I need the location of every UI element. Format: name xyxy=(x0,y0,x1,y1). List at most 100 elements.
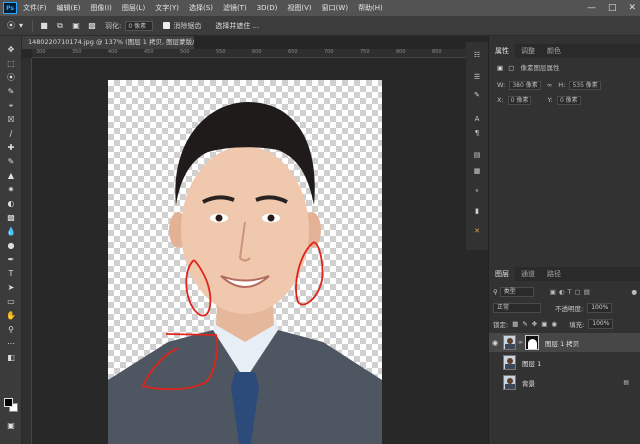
dodge-tool-icon[interactable]: ● xyxy=(4,240,18,252)
brush-settings-icon[interactable]: ✎ xyxy=(471,90,483,100)
canvas-area[interactable] xyxy=(32,58,488,444)
marquee-tool-icon[interactable]: ⬚ xyxy=(4,58,18,70)
location-icon[interactable]: ⚬ xyxy=(471,186,483,196)
chain-icon[interactable]: ∞ xyxy=(518,339,523,346)
character-icon[interactable]: A xyxy=(471,114,483,124)
lock-icons[interactable]: ▦✎✥▣◉ xyxy=(512,320,561,328)
minimize-icon[interactable]: — xyxy=(587,3,596,13)
panel-icon-strip: ☷ ☰ ✎ A ¶ ▤ ▦ ⚬ ▮ ✕ xyxy=(466,42,488,250)
menu-layer[interactable]: 图层(L) xyxy=(122,3,145,13)
document-tab[interactable]: 1480220710174.jpg @ 137% (图层 1 拷贝, 图层蒙版/… xyxy=(22,36,194,49)
path-selection-tool-icon[interactable]: ➤ xyxy=(4,282,18,294)
eyedropper-tool-icon[interactable]: ∕ xyxy=(4,128,18,140)
fill-input[interactable]: 100% xyxy=(588,318,614,329)
new-selection-icon[interactable]: ■ xyxy=(39,21,49,31)
filter-toggle-icon[interactable]: ● xyxy=(631,288,637,296)
layer-thumbnail xyxy=(503,375,516,390)
antialias-label: 消除锯齿 xyxy=(173,21,202,30)
menu-type[interactable]: 文字(Y) xyxy=(155,3,179,13)
properties-title-row: ▣ ▢ 像素图层属性 xyxy=(497,62,559,72)
intersect-selection-icon[interactable]: ▩ xyxy=(87,21,97,31)
tab-properties[interactable]: 属性 xyxy=(489,44,515,58)
divider xyxy=(32,19,33,32)
tab-color[interactable]: 颜色 xyxy=(541,44,567,58)
layer-name[interactable]: 图层 1 xyxy=(522,358,541,368)
blend-mode-select[interactable]: 正常 xyxy=(493,302,541,313)
close-icon[interactable]: ✕ xyxy=(628,3,636,13)
blur-tool-icon[interactable]: 💧 xyxy=(4,226,18,238)
layer-name[interactable]: 背景 xyxy=(522,378,535,388)
notes-icon[interactable]: ▦ xyxy=(471,166,483,176)
tab-adjustments[interactable]: 调整 xyxy=(515,44,541,58)
default-colors-icon[interactable]: ◧ xyxy=(4,352,18,364)
tab-bar-background xyxy=(194,36,488,49)
foreground-color-swatch[interactable] xyxy=(4,398,13,407)
eye-icon[interactable]: ◉ xyxy=(489,339,501,347)
opacity-label: 不透明度: xyxy=(555,304,584,313)
tab-paths[interactable]: 路径 xyxy=(541,267,567,281)
filter-kind-select[interactable]: 类型 xyxy=(499,286,534,297)
pen-tool-icon[interactable]: ✒ xyxy=(4,254,18,266)
menu-view[interactable]: 视图(V) xyxy=(287,3,311,13)
hand-tool-icon[interactable]: ✋ xyxy=(4,310,18,322)
more-tools-icon[interactable]: ⋯ xyxy=(4,338,18,350)
brush-tool-icon[interactable]: ✎ xyxy=(4,156,18,168)
menu-select[interactable]: 选择(S) xyxy=(189,3,213,13)
tools-x-icon[interactable]: ✕ xyxy=(471,226,483,236)
width-field[interactable]: 380 像素 xyxy=(509,81,541,90)
y-field[interactable]: 0 像素 xyxy=(556,96,581,105)
adjustments-icon[interactable]: ☰ xyxy=(471,72,483,82)
quick-mask-icon[interactable]: ▣ xyxy=(4,420,18,432)
move-tool-icon[interactable]: ✥ xyxy=(4,44,18,56)
ruler-tick: 850 xyxy=(432,49,442,55)
tab-layers[interactable]: 图层 xyxy=(489,267,515,281)
menu-filter[interactable]: 滤镜(T) xyxy=(223,3,247,13)
history-icon[interactable]: ☷ xyxy=(471,50,483,60)
menu-help[interactable]: 帮助(H) xyxy=(358,3,383,13)
eraser-tool-icon[interactable]: ◐ xyxy=(4,198,18,210)
opacity-input[interactable]: 100% xyxy=(587,302,613,313)
restore-icon[interactable]: □ xyxy=(608,3,617,13)
history-brush-tool-icon[interactable]: ✷ xyxy=(4,184,18,196)
layer-name[interactable]: 图层 1 拷贝 xyxy=(545,338,579,348)
height-field[interactable]: 535 像素 xyxy=(569,81,601,90)
x-label: X: xyxy=(497,96,504,104)
chevron-down-icon[interactable]: ▾ xyxy=(18,21,24,31)
quick-select-tool-icon[interactable]: ✎ xyxy=(4,86,18,98)
paragraph-icon[interactable]: ¶ xyxy=(471,128,483,138)
rectangle-tool-icon[interactable]: ▭ xyxy=(4,296,18,308)
x-field[interactable]: 0 像素 xyxy=(507,96,532,105)
clone-stamp-tool-icon[interactable]: ▲ xyxy=(4,170,18,182)
filter-icons[interactable]: ▣◐T▢▤ xyxy=(550,288,593,296)
layer-row[interactable]: 图层 1 xyxy=(489,353,640,372)
lasso-tool-icon[interactable]: ⦿ xyxy=(6,21,16,31)
crop-tool-icon[interactable]: ⌖ xyxy=(4,100,18,112)
menu-3d[interactable]: 3D(D) xyxy=(257,4,278,12)
menu-file[interactable]: 文件(F) xyxy=(23,3,47,13)
gradient-tool-icon[interactable]: ▩ xyxy=(4,212,18,224)
select-and-mask-button[interactable]: 选择并遮住 ... xyxy=(215,21,259,31)
healing-brush-tool-icon[interactable]: ✚ xyxy=(4,142,18,154)
frame-tool-icon[interactable]: ☒ xyxy=(4,114,18,126)
feather-input[interactable]: 0 像素 xyxy=(125,20,154,31)
menu-window[interactable]: 窗口(W) xyxy=(322,3,348,13)
layer-row[interactable]: 背景 ▤ xyxy=(489,373,640,392)
link-icon[interactable]: ∞ xyxy=(547,81,552,89)
type-tool-icon[interactable]: T xyxy=(4,268,18,280)
layer-row[interactable]: ◉ ∞ 图层 1 拷贝 xyxy=(489,333,640,352)
document-canvas[interactable] xyxy=(108,80,382,444)
layer-mask-thumbnail[interactable] xyxy=(525,335,539,350)
tab-channels[interactable]: 通道 xyxy=(515,267,541,281)
library-icon[interactable]: ▮ xyxy=(471,206,483,216)
feather-label: 羽化: xyxy=(105,21,122,30)
add-selection-icon[interactable]: ⧉ xyxy=(55,21,65,31)
subtract-selection-icon[interactable]: ▣ xyxy=(71,21,81,31)
antialias-checkbox[interactable] xyxy=(163,22,171,29)
info-icon[interactable]: ▤ xyxy=(471,150,483,160)
menu-image[interactable]: 图像(I) xyxy=(90,3,112,13)
menu-edit[interactable]: 编辑(E) xyxy=(57,3,81,13)
zoom-tool-icon[interactable]: ⚲ xyxy=(4,324,18,336)
lasso-tool-icon[interactable]: ⦿ xyxy=(4,72,18,84)
mask-icon: ▢ xyxy=(508,64,515,72)
right-panels: 属性 调整 颜色 ▣ ▢ 像素图层属性 W: 380 像素 ∞ H: 535 像… xyxy=(488,36,640,444)
